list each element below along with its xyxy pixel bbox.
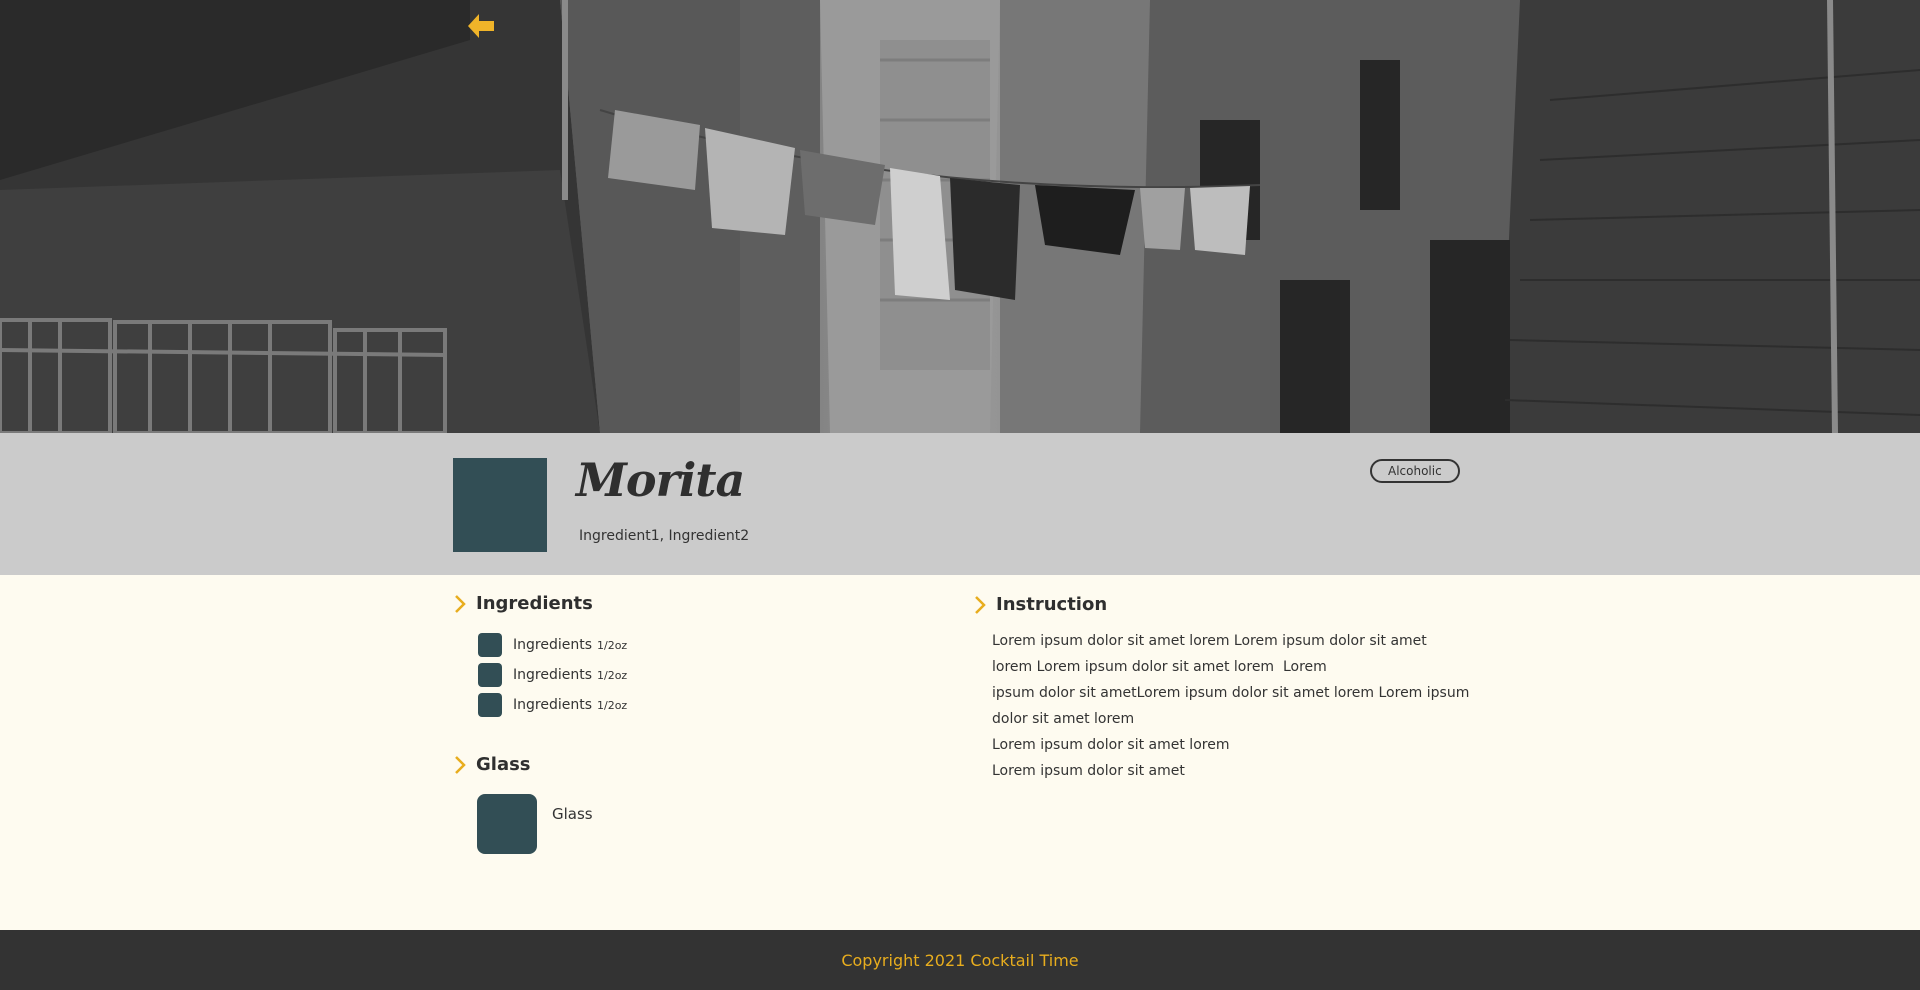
instruction-line: Lorem ipsum dolor sit amet lorem Lorem i… (992, 633, 1427, 649)
instruction-heading: Instruction (974, 594, 1107, 615)
ingredient-name: Ingredients (513, 637, 592, 653)
list-item: Ingredients 1/2oz (478, 660, 627, 690)
chevron-right-icon (455, 755, 466, 774)
instruction-line: ipsum dolor sit ametLorem ipsum dolor si… (992, 685, 1470, 701)
instruction-line: Lorem ipsum dolor sit amet lorem (992, 737, 1230, 753)
ingredient-swatch (478, 663, 502, 687)
instruction-text: Lorem ipsum dolor sit amet lorem Lorem i… (992, 628, 1472, 784)
chevron-right-icon (975, 595, 986, 614)
glass-image (477, 794, 537, 854)
ingredient-list: Ingredients 1/2oz Ingredients 1/2oz Ingr… (478, 630, 627, 720)
drink-title: Morita (576, 453, 745, 507)
drink-header: Morita Ingredient1, Ingredient2 Alcoholi… (0, 433, 1920, 575)
list-item: Ingredients 1/2oz (478, 690, 627, 720)
drink-thumbnail (453, 458, 547, 552)
ingredient-amount: 1/2oz (597, 638, 628, 652)
ingredients-heading-label: Ingredients (476, 593, 593, 614)
instruction-line: dolor sit amet lorem (992, 711, 1135, 727)
ingredient-amount: 1/2oz (597, 698, 628, 712)
list-item: Ingredients 1/2oz (478, 630, 627, 660)
chevron-right-icon (455, 594, 466, 613)
category-badge[interactable]: Alcoholic (1370, 459, 1460, 483)
copyright-text: Copyright 2021 Cocktail Time (841, 950, 1079, 970)
ingredient-swatch (478, 693, 502, 717)
drink-details: Ingredients Ingredients 1/2oz Ingredient… (0, 575, 1920, 930)
footer: Copyright 2021 Cocktail Time (0, 930, 1920, 990)
glass-heading-label: Glass (476, 754, 531, 775)
ingredients-summary: Ingredient1, Ingredient2 (579, 528, 750, 544)
glass-heading: Glass (454, 754, 531, 775)
arrow-left-icon (468, 14, 494, 38)
glass-name: Glass (552, 805, 593, 823)
instruction-line: lorem Lorem ipsum dolor sit amet lorem L… (992, 659, 1327, 675)
instruction-heading-label: Instruction (996, 594, 1108, 615)
instruction-line: Lorem ipsum dolor sit amet (992, 763, 1185, 779)
ingredients-heading: Ingredients (454, 593, 593, 614)
ingredient-swatch (478, 633, 502, 657)
alley-photo (0, 0, 1920, 433)
ingredient-name: Ingredients (513, 667, 592, 683)
hero-image (0, 0, 1920, 433)
back-button[interactable] (466, 12, 500, 46)
ingredient-amount: 1/2oz (597, 668, 628, 682)
ingredient-name: Ingredients (513, 697, 592, 713)
